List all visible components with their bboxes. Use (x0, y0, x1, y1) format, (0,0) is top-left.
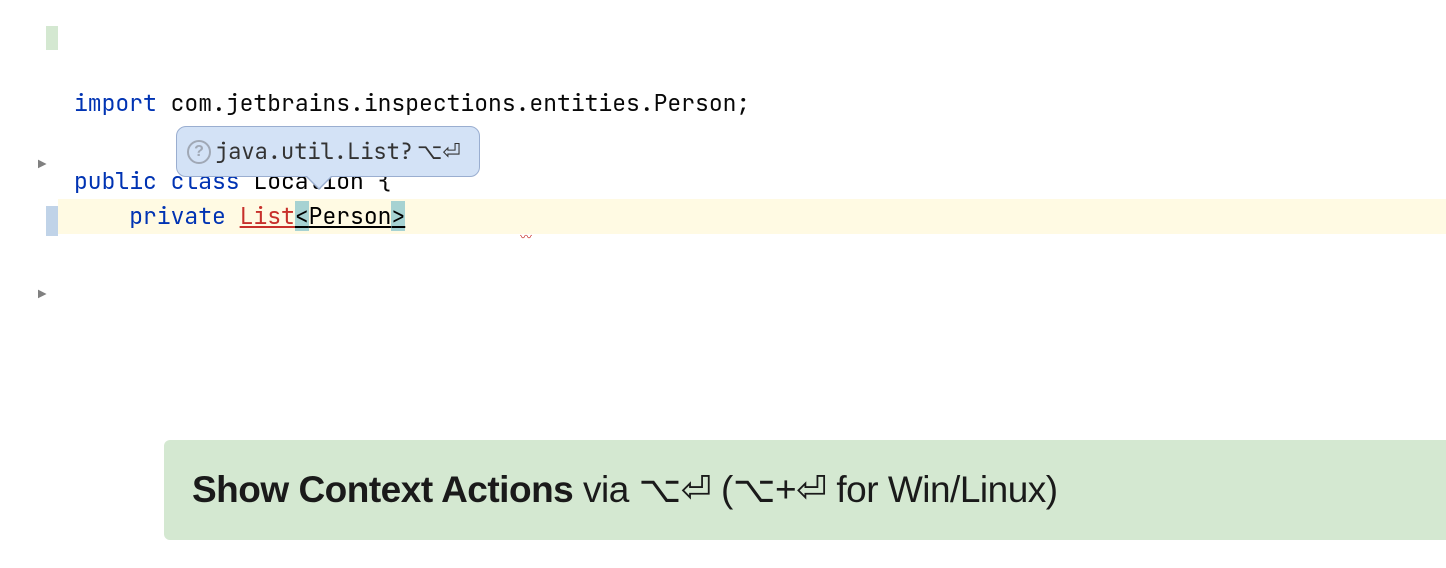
hint-shortcut-text: via ⌥⏎ (⌥+⏎ for Win/Linux) (573, 469, 1057, 510)
import-path: com.jetbrains.inspections.entities.Perso… (157, 88, 750, 118)
quick-fix-tooltip[interactable]: ? java.util.List? ⌥⏎ (176, 126, 480, 177)
space (226, 201, 240, 231)
code-line[interactable]: import com.jetbrains.inspections.entitie… (58, 86, 1446, 121)
keyword-private: private (129, 201, 226, 231)
tooltip-text: java.util.List? (215, 135, 413, 168)
hint-action-name: Show Context Actions (192, 469, 573, 510)
gutter-change-marker[interactable] (46, 26, 58, 50)
code-line-active[interactable]: private List<Person> (58, 199, 1446, 234)
shortcut-label: ⌥⏎ (417, 135, 461, 168)
gutter-modified-marker[interactable] (46, 206, 58, 236)
fold-arrow-icon[interactable]: ▶ (38, 156, 46, 174)
keyword-import: import (74, 88, 157, 118)
question-icon: ? (187, 140, 211, 164)
code-editor[interactable]: import com.jetbrains.inspections.entitie… (58, 0, 1446, 568)
angle-bracket-open: < (295, 201, 309, 231)
indent (74, 201, 129, 231)
error-squiggle-icon: 〰 (520, 228, 532, 246)
unresolved-type[interactable]: List (240, 201, 295, 231)
angle-bracket-close: > (391, 201, 405, 231)
editor-area: ▶ ▶ import com.jetbrains.inspections.ent… (0, 0, 1446, 568)
fold-arrow-icon[interactable]: ▶ (38, 286, 46, 304)
type-parameter: Person (309, 201, 392, 231)
gutter: ▶ ▶ (0, 0, 58, 568)
hint-banner: Show Context Actions via ⌥⏎ (⌥+⏎ for Win… (164, 440, 1446, 540)
